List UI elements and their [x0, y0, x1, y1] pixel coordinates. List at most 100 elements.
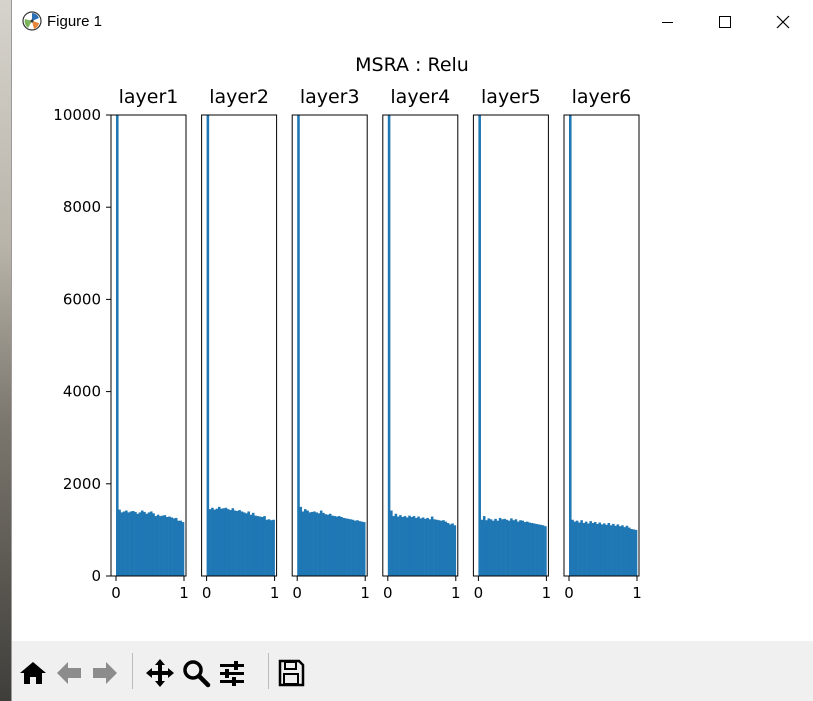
- y-tick-label: 0: [91, 567, 101, 585]
- axes-frame: [563, 114, 640, 577]
- histogram-bar: [532, 523, 536, 576]
- forward-button[interactable]: [87, 655, 123, 691]
- histogram-bar: [344, 518, 348, 576]
- histogram-bar: [530, 522, 534, 576]
- histogram-bar: [174, 517, 178, 576]
- home-button[interactable]: [15, 655, 51, 691]
- zoom-button[interactable]: [178, 655, 214, 691]
- axes-frame: [382, 114, 459, 577]
- histogram-bar: [324, 514, 327, 576]
- histogram-bar: [127, 512, 130, 576]
- histogram-bar: [240, 511, 244, 576]
- histogram-bar: [516, 521, 520, 576]
- histogram-bar: [593, 522, 597, 576]
- histogram-bar: [612, 523, 615, 576]
- histogram-bar: [168, 516, 171, 576]
- home-icon: [20, 662, 46, 684]
- histogram-bar: [150, 511, 153, 576]
- pan-button[interactable]: [142, 655, 178, 691]
- histogram-bar: [519, 520, 522, 576]
- histogram-bar: [498, 517, 502, 576]
- minimize-icon: [661, 21, 673, 23]
- histogram-bar: [322, 512, 325, 576]
- histogram-bar: [528, 522, 531, 576]
- histogram-bar: [451, 523, 454, 576]
- histogram-bar: [122, 511, 126, 576]
- histogram-bar: [603, 523, 606, 576]
- x-tick-label: 0: [111, 584, 121, 602]
- maximize-button[interactable]: [696, 0, 754, 44]
- histogram-bar: [254, 515, 257, 576]
- histogram-bar: [222, 508, 226, 576]
- histogram-bar: [584, 521, 588, 576]
- histogram-bar: [494, 518, 497, 576]
- histogram-bar: [220, 508, 223, 576]
- histogram-bar: [419, 518, 423, 576]
- histogram-bar: [537, 524, 540, 576]
- histogram-bar: [211, 507, 214, 576]
- close-button[interactable]: [754, 0, 812, 44]
- histogram-bar: [505, 519, 509, 576]
- histogram-bar: [356, 520, 359, 576]
- matplotlib-logo-icon: [22, 11, 42, 31]
- histogram-bar: [351, 519, 355, 576]
- y-tick-label: 8000: [63, 198, 101, 216]
- minimize-button[interactable]: [638, 0, 696, 44]
- histogram-bar: [263, 516, 266, 576]
- histogram-bar: [317, 513, 321, 576]
- histogram-bar: [539, 524, 543, 576]
- histogram-bar: [270, 520, 273, 576]
- x-tick-label: 1: [451, 584, 461, 602]
- back-button[interactable]: [51, 655, 87, 691]
- histogram-bar: [231, 508, 235, 576]
- histogram-bar: [340, 516, 343, 576]
- histogram-bar: [399, 515, 402, 576]
- histogram-bar: [215, 508, 219, 576]
- histogram-bar: [154, 516, 158, 576]
- histogram-bar: [181, 522, 185, 576]
- histogram-bar: [503, 518, 506, 576]
- axes-frame: [291, 114, 368, 577]
- histogram-bar: [147, 512, 151, 576]
- histogram-bar: [206, 115, 210, 576]
- histogram-bar: [523, 522, 527, 576]
- chart-suptitle: MSRA : Relu: [355, 54, 469, 76]
- histogram-bar: [449, 524, 452, 576]
- histogram-bar: [433, 519, 436, 576]
- sliders-icon: [220, 661, 244, 686]
- histogram-bar: [510, 518, 513, 576]
- histogram-bar: [426, 517, 429, 576]
- histogram-bar: [618, 526, 622, 576]
- histogram-bar: [258, 516, 262, 576]
- histogram-bar: [607, 522, 611, 576]
- subplot-layer3: layer3 0 1: [291, 86, 370, 602]
- histogram-bar: [578, 522, 581, 576]
- histogram-bar: [134, 511, 137, 576]
- histogram-bar: [587, 523, 590, 576]
- title-bar[interactable]: Figure 1: [12, 0, 813, 44]
- x-tick-label: 1: [179, 584, 189, 602]
- histogram-bar: [591, 522, 595, 576]
- histogram-bar: [342, 517, 346, 576]
- histogram-bar: [236, 510, 239, 576]
- histogram-bar: [265, 519, 269, 576]
- histogram-bar: [349, 519, 352, 576]
- histogram-bar: [405, 517, 409, 576]
- histogram-bar: [492, 520, 495, 576]
- subplot-layer5: layer5 0 1: [472, 86, 551, 602]
- histogram-bar: [353, 520, 357, 576]
- histogram-bar: [308, 512, 312, 576]
- y-tick-label: 10000: [53, 106, 101, 124]
- window-title: Figure 1: [47, 13, 103, 30]
- save-button[interactable]: [273, 655, 309, 691]
- configure-subplots-button[interactable]: [214, 655, 250, 691]
- histogram-bar: [335, 516, 339, 576]
- histogram-bar: [140, 510, 144, 576]
- navigation-toolbar: [12, 641, 813, 701]
- histogram-bar: [478, 115, 481, 576]
- histogram-bar: [571, 519, 574, 576]
- histogram-bar: [165, 516, 169, 576]
- histogram-bar: [496, 520, 500, 576]
- histogram-bar: [541, 525, 545, 576]
- histogram-bar: [156, 514, 160, 576]
